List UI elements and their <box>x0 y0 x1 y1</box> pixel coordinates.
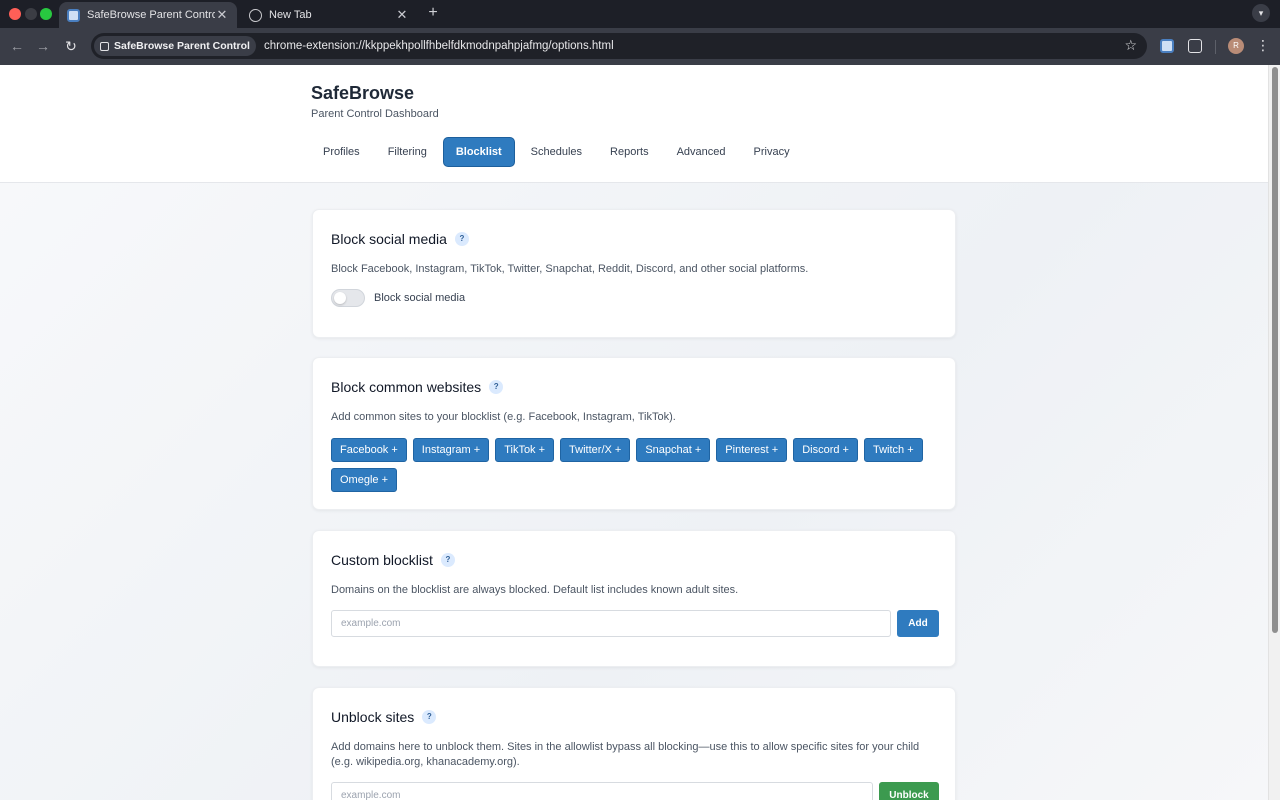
tab-filtering[interactable]: Filtering <box>376 137 439 167</box>
kebab-menu-icon[interactable]: ⋮ <box>1256 37 1270 53</box>
card-title-row: Custom blocklist ? <box>331 552 455 568</box>
add-pinterest-button[interactable]: Pinterest + <box>716 438 788 462</box>
browser-tab-title: New Tab <box>269 9 312 21</box>
help-icon[interactable]: ? <box>489 380 504 394</box>
close-tab-icon[interactable]: ✕ <box>395 7 409 23</box>
block-social-media-toggle[interactable] <box>331 289 365 307</box>
card-title-row: Unblock sites ? <box>331 709 437 725</box>
unblock-sites-card: Unblock sites ? Add domains here to unbl… <box>312 687 956 800</box>
toggle-label: Block social media <box>374 292 466 304</box>
browser-tab-new[interactable]: New Tab ✕ <box>241 2 417 28</box>
add-tiktok-button[interactable]: TikTok + <box>495 438 555 462</box>
tab-privacy[interactable]: Privacy <box>742 137 802 167</box>
close-tab-icon[interactable]: ✕ <box>215 7 229 23</box>
safebrowse-extension-icon[interactable] <box>1160 39 1174 53</box>
tab-blocklist[interactable]: Blocklist <box>442 137 515 167</box>
tab-search-chevron-down-icon[interactable]: ▾ <box>1252 4 1270 22</box>
browser-toolbar: ← → ↻ SafeBrowse Parent Control chrome-e… <box>0 28 1280 65</box>
scrollbar-thumb[interactable] <box>1272 67 1278 633</box>
back-arrow-icon[interactable]: ← <box>8 37 26 55</box>
unblock-domain-button[interactable]: Unblock <box>879 782 939 800</box>
add-domain-button[interactable]: Add <box>897 610 939 637</box>
forward-arrow-icon[interactable]: → <box>34 37 52 55</box>
browser-tabstrip: SafeBrowse Parent Control - ✕ New Tab ✕ … <box>0 0 1280 28</box>
minimize-window-button[interactable] <box>25 8 37 20</box>
card-title: Block social media <box>331 231 447 247</box>
add-twitch-button[interactable]: Twitch + <box>863 438 923 462</box>
site-info-chip[interactable]: SafeBrowse Parent Control <box>94 36 256 56</box>
card-description: Block Facebook, Instagram, TikTok, Twitt… <box>331 263 809 275</box>
page-header: SafeBrowse Parent Control Dashboard Prof… <box>0 65 1268 183</box>
safebrowse-favicon-icon <box>67 8 80 22</box>
app-subtitle: Parent Control Dashboard <box>311 108 439 120</box>
extension-icon <box>100 41 109 51</box>
card-title: Block common websites <box>331 379 482 395</box>
tab-advanced[interactable]: Advanced <box>665 137 738 167</box>
card-title: Unblock sites <box>331 709 415 725</box>
app-title: SafeBrowse <box>311 83 415 103</box>
custom-blocklist-card: Custom blocklist ? Domains on the blockl… <box>312 530 956 667</box>
add-twitter-button[interactable]: Twitter/X + <box>560 438 631 462</box>
card-title: Custom blocklist <box>331 552 433 568</box>
add-instagram-button[interactable]: Instagram + <box>412 438 490 462</box>
card-title-row: Block social media ? <box>331 231 469 247</box>
site-chip-label: SafeBrowse Parent Control <box>114 40 250 52</box>
card-description-line-1: Add domains here to unblock them. Sites … <box>331 741 920 753</box>
card-description: Add common sites to your blocklist (e.g.… <box>331 411 676 423</box>
close-window-button[interactable] <box>9 8 21 20</box>
options-page: SafeBrowse Parent Control Dashboard Prof… <box>0 65 1268 800</box>
reload-icon[interactable]: ↻ <box>62 37 80 55</box>
allowlist-domain-input[interactable] <box>331 782 873 800</box>
tab-reports[interactable]: Reports <box>598 137 661 167</box>
browser-tab-title: SafeBrowse Parent Control - <box>87 9 215 21</box>
card-description-line-2: (e.g. wikipedia.org, khanacademy.org). <box>331 756 520 768</box>
help-icon[interactable]: ? <box>422 710 437 724</box>
add-discord-button[interactable]: Discord + <box>793 438 858 462</box>
bookmark-star-icon[interactable]: ☆ <box>1124 37 1137 54</box>
card-title-row: Block common websites ? <box>331 379 504 395</box>
card-description: Domains on the blocklist are always bloc… <box>331 584 739 596</box>
add-facebook-button[interactable]: Facebook + <box>331 438 407 462</box>
profile-avatar[interactable]: R <box>1228 38 1244 54</box>
browser-tab-safebrowse[interactable]: SafeBrowse Parent Control - ✕ <box>59 2 237 28</box>
tab-profiles[interactable]: Profiles <box>311 137 372 167</box>
url-text[interactable]: chrome-extension://kkppekhpollfhbelfdkmo… <box>264 40 614 52</box>
add-snapchat-button[interactable]: Snapchat + <box>636 438 711 462</box>
help-icon[interactable]: ? <box>454 232 469 246</box>
maximize-window-button[interactable] <box>40 8 52 20</box>
address-bar[interactable]: SafeBrowse Parent Control chrome-extensi… <box>91 33 1147 59</box>
toolbar-divider <box>1215 40 1216 54</box>
add-omegle-button[interactable]: Omegle + <box>331 468 397 492</box>
help-icon[interactable]: ? <box>440 553 455 567</box>
common-sites-list: Facebook + Instagram + TikTok + Twitter/… <box>331 438 941 492</box>
main-nav-tabs: Profiles Filtering Blocklist Schedules R… <box>311 137 802 167</box>
toggle-knob <box>334 292 346 304</box>
block-common-websites-card: Block common websites ? Add common sites… <box>312 357 956 510</box>
new-tab-button[interactable]: + <box>425 4 441 22</box>
blocklist-domain-input[interactable] <box>331 610 891 637</box>
globe-icon <box>249 8 262 22</box>
extensions-puzzle-icon[interactable] <box>1188 39 1202 53</box>
tab-schedules[interactable]: Schedules <box>519 137 594 167</box>
block-social-media-card: Block social media ? Block Facebook, Ins… <box>312 209 956 338</box>
page-scrollbar[interactable] <box>1268 65 1280 800</box>
